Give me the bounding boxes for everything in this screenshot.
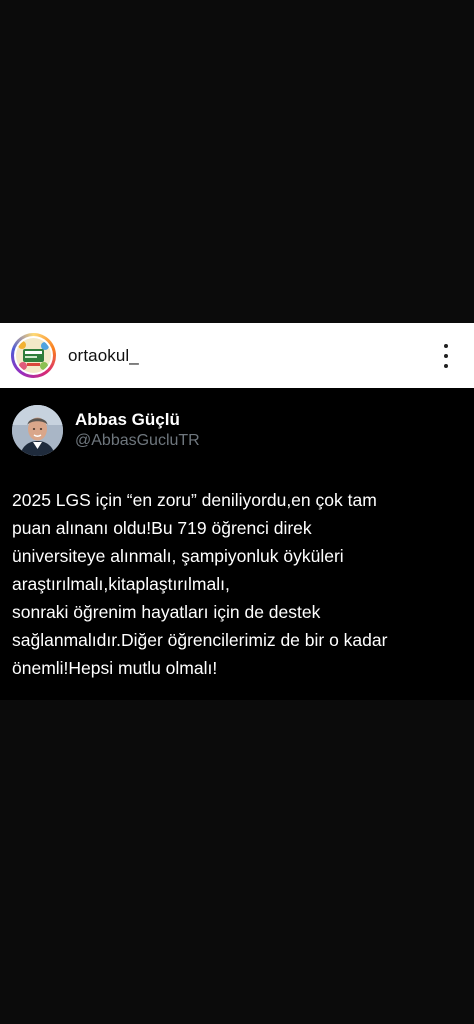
tweet-card: Abbas Güçlü @AbbasGucluTR 2025 LGS için … xyxy=(0,388,474,700)
author-avatar xyxy=(12,405,63,456)
tweet-text-line: puan alınanı oldu!Bu 719 öğrenci direk xyxy=(12,518,312,538)
tweet-text-line: önemli!Hepsi mutlu olmalı! xyxy=(12,658,218,678)
tweet-text-line: sağlanmalıdır.Diğer öğrencilerimiz de bi… xyxy=(12,630,388,650)
tweet-text-line: sonraki öğrenim hayatları için de destek xyxy=(12,602,321,622)
more-vertical-icon[interactable] xyxy=(436,344,456,368)
author-name: Abbas Güçlü xyxy=(75,410,180,429)
ortaokul-logo-icon xyxy=(16,338,51,373)
tweet-text-line: araştırılmalı,kitaplaştırılmalı, xyxy=(12,574,230,594)
story-avatar[interactable] xyxy=(11,333,56,378)
post-username[interactable]: ortaokul_ xyxy=(68,346,139,366)
post-header: ortaokul_ xyxy=(0,323,474,388)
tweet-text-line: 2025 LGS için “en zoru” deniliyordu,en ç… xyxy=(12,490,377,510)
tweet-text: 2025 LGS için “en zoru” deniliyordu,en ç… xyxy=(12,486,462,682)
author-handle: @AbbasGucluTR xyxy=(75,432,200,449)
page: ortaokul_ Abbas Güçlü @AbbasGucluTR 2025… xyxy=(0,0,474,1024)
tweet-text-line: üniversiteye alınmalı, şampiyonluk öykül… xyxy=(12,546,344,566)
